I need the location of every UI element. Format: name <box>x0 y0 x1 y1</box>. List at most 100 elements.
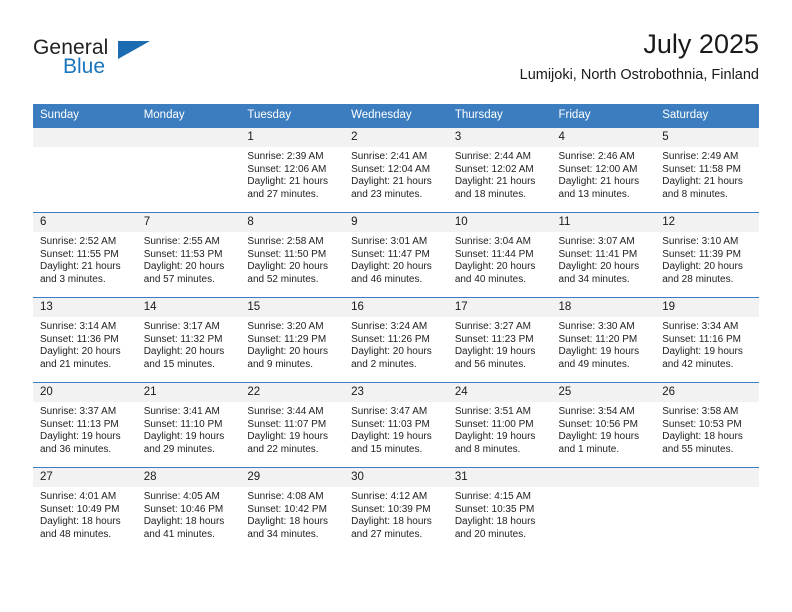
day-cell-12[interactable]: Sunrise: 3:10 AM Sunset: 11:39 PM Daylight… <box>655 232 759 297</box>
day-cell-4[interactable]: Sunrise: 2:46 AM Sunset: 12:00 AM Daylight… <box>551 147 656 212</box>
day-cell-25[interactable]: Sunrise: 3:54 AM Sunset: 10:56 PM Daylight… <box>551 402 656 467</box>
day-number-27[interactable]: 27 <box>33 468 137 487</box>
day-number-empty <box>33 128 137 147</box>
sunrise-text: Sunrise: 2:52 AM <box>40 236 117 247</box>
sunrise-text: Sunrise: 3:30 AM <box>558 321 635 332</box>
day-cell-8[interactable]: Sunrise: 2:58 AM Sunset: 11:50 PM Daylight… <box>240 232 345 297</box>
day-number-18[interactable]: 18 <box>551 298 656 317</box>
day-cell-11[interactable]: Sunrise: 3:07 AM Sunset: 11:41 PM Daylight… <box>551 232 656 297</box>
day-number-2[interactable]: 2 <box>344 128 448 147</box>
day-cell-26[interactable]: Sunrise: 3:58 AM Sunset: 10:53 PM Daylight… <box>655 402 759 467</box>
day-cell-9[interactable]: Sunrise: 3:01 AM Sunset: 11:47 PM Daylight… <box>344 232 448 297</box>
day-number-26[interactable]: 26 <box>655 383 759 402</box>
sunset-text: Sunset: 10:56 PM <box>558 418 639 430</box>
day-number-24[interactable]: 24 <box>447 383 552 402</box>
day-cell-29[interactable]: Sunrise: 4:08 AM Sunset: 10:42 PM Daylight… <box>240 487 345 552</box>
day-cell-16[interactable]: Sunrise: 3:24 AM Sunset: 11:26 PM Daylight… <box>344 317 448 382</box>
day-cell-18[interactable]: Sunrise: 3:30 AM Sunset: 11:20 PM Daylight… <box>551 317 656 382</box>
daylight-text-line1: Daylight: 21 hours <box>558 176 640 188</box>
day-number-14[interactable]: 14 <box>136 298 241 317</box>
week-date-row: 20 21 22 23 24 25 26 <box>33 383 759 402</box>
sunset-text: Sunset: 12:04 AM <box>351 163 431 175</box>
day-number-16[interactable]: 16 <box>344 298 448 317</box>
daylight-text-line2: and 2 minutes. <box>351 358 417 370</box>
day-cell-21[interactable]: Sunrise: 3:41 AM Sunset: 11:10 PM Daylight… <box>136 402 241 467</box>
week-date-row: 13 14 15 16 17 18 19 <box>33 298 759 317</box>
daylight-text-line1: Daylight: 18 hours <box>143 516 225 528</box>
day-number-28[interactable]: 28 <box>136 468 241 487</box>
daylight-text-line1: Daylight: 21 hours <box>247 176 329 188</box>
day-cell-2[interactable]: Sunrise: 2:41 AM Sunset: 12:04 AM Daylight… <box>344 147 448 212</box>
daylight-text-line2: and 34 minutes. <box>247 528 319 540</box>
day-cell-14[interactable]: Sunrise: 3:17 AM Sunset: 11:32 PM Daylight… <box>136 317 241 382</box>
day-cell-20[interactable]: Sunrise: 3:37 AM Sunset: 11:13 PM Daylight… <box>33 402 137 467</box>
day-cell-empty <box>136 147 241 212</box>
day-number-3[interactable]: 3 <box>447 128 552 147</box>
sunrise-text: Sunrise: 4:12 AM <box>351 491 428 502</box>
sunset-text: Sunset: 11:13 PM <box>40 418 119 430</box>
sunset-text: Sunset: 10:35 PM <box>454 503 535 515</box>
daylight-text-line2: and 23 minutes. <box>351 188 423 200</box>
calendar-header-row: Sunday Monday Tuesday Wednesday Thursday Frid… <box>33 104 759 128</box>
day-cell-30[interactable]: Sunrise: 4:12 AM Sunset: 10:39 PM Daylight… <box>344 487 448 552</box>
day-number-7[interactable]: 7 <box>136 213 241 232</box>
day-number-21[interactable]: 21 <box>136 383 241 402</box>
day-cell-23[interactable]: Sunrise: 3:47 AM Sunset: 11:03 PM Daylight… <box>344 402 448 467</box>
day-number-1[interactable]: 1 <box>240 128 345 147</box>
day-cell-1[interactable]: Sunrise: 2:39 AM Sunset: 12:06 AM Daylight… <box>240 147 345 212</box>
weekday-header-saturday: Saturday <box>655 104 759 128</box>
day-number-13[interactable]: 13 <box>33 298 137 317</box>
day-number-empty <box>136 128 241 147</box>
sunrise-text: Sunrise: 3:51 AM <box>454 406 531 417</box>
day-cell-22[interactable]: Sunrise: 3:44 AM Sunset: 11:07 PM Daylight… <box>240 402 345 467</box>
day-cell-7[interactable]: Sunrise: 2:55 AM Sunset: 11:53 PM Daylight… <box>136 232 241 297</box>
day-number-19[interactable]: 19 <box>655 298 759 317</box>
day-cell-5[interactable]: Sunrise: 2:49 AM Sunset: 11:58 PM Daylight… <box>655 147 759 212</box>
day-number-4[interactable]: 4 <box>551 128 656 147</box>
day-number-5[interactable]: 5 <box>655 128 759 147</box>
daylight-text-line1: Daylight: 20 hours <box>143 261 225 273</box>
day-number-11[interactable]: 11 <box>551 213 656 232</box>
sunrise-text: Sunrise: 3:58 AM <box>662 406 739 417</box>
day-cell-27[interactable]: Sunrise: 4:01 AM Sunset: 10:49 PM Daylight… <box>33 487 137 552</box>
day-number-17[interactable]: 17 <box>447 298 552 317</box>
day-cell-19[interactable]: Sunrise: 3:34 AM Sunset: 11:16 PM Daylight… <box>655 317 759 382</box>
day-number-9[interactable]: 9 <box>344 213 448 232</box>
day-number-6[interactable]: 6 <box>33 213 137 232</box>
daylight-text-line2: and 42 minutes. <box>662 358 734 370</box>
week-info-row: Sunrise: 3:37 AM Sunset: 11:13 PM Daylight… <box>33 402 759 467</box>
day-cell-6[interactable]: Sunrise: 2:52 AM Sunset: 11:55 PM Daylight… <box>33 232 137 297</box>
day-number-8[interactable]: 8 <box>240 213 345 232</box>
sunset-text: Sunset: 10:39 PM <box>351 503 431 515</box>
day-cell-31[interactable]: Sunrise: 4:15 AM Sunset: 10:35 PM Daylight… <box>447 487 552 552</box>
daylight-text-line2: and 8 minutes. <box>662 188 728 200</box>
daylight-text-line2: and 48 minutes. <box>40 528 112 540</box>
day-number-10[interactable]: 10 <box>447 213 552 232</box>
daylight-text-line2: and 9 minutes. <box>247 358 314 370</box>
day-number-12[interactable]: 12 <box>655 213 759 232</box>
day-number-20[interactable]: 20 <box>33 383 137 402</box>
day-cell-10[interactable]: Sunrise: 3:04 AM Sunset: 11:44 PM Daylight… <box>447 232 552 297</box>
week-info-row: Sunrise: 4:01 AM Sunset: 10:49 PM Daylight… <box>33 487 759 552</box>
day-cell-28[interactable]: Sunrise: 4:05 AM Sunset: 10:46 PM Daylight… <box>136 487 241 552</box>
day-cell-13[interactable]: Sunrise: 3:14 AM Sunset: 11:36 PM Daylight… <box>33 317 137 382</box>
daylight-text-line2: and 36 minutes. <box>40 443 112 455</box>
day-cell-17[interactable]: Sunrise: 3:27 AM Sunset: 11:23 PM Daylight… <box>447 317 552 382</box>
daylight-text-line2: and 18 minutes. <box>454 188 526 200</box>
daylight-text-line1: Daylight: 19 hours <box>143 431 225 443</box>
day-number-25[interactable]: 25 <box>551 383 656 402</box>
weekday-header-thursday: Thursday <box>447 104 552 128</box>
day-cell-15[interactable]: Sunrise: 3:20 AM Sunset: 11:29 PM Daylight… <box>240 317 345 382</box>
day-cell-24[interactable]: Sunrise: 3:51 AM Sunset: 11:00 PM Daylight… <box>447 402 552 467</box>
day-number-29[interactable]: 29 <box>240 468 345 487</box>
day-number-22[interactable]: 22 <box>240 383 345 402</box>
daylight-text-line1: Daylight: 19 hours <box>662 346 743 358</box>
sunset-text: Sunset: 11:20 PM <box>558 333 638 345</box>
sunset-text: Sunset: 11:07 PM <box>247 418 327 430</box>
day-number-23[interactable]: 23 <box>344 383 448 402</box>
page-title: July 2025 <box>643 29 759 59</box>
day-number-30[interactable]: 30 <box>344 468 448 487</box>
day-number-31[interactable]: 31 <box>447 468 552 487</box>
day-number-15[interactable]: 15 <box>240 298 345 317</box>
day-cell-3[interactable]: Sunrise: 2:44 AM Sunset: 12:02 AM Daylight… <box>447 147 552 212</box>
